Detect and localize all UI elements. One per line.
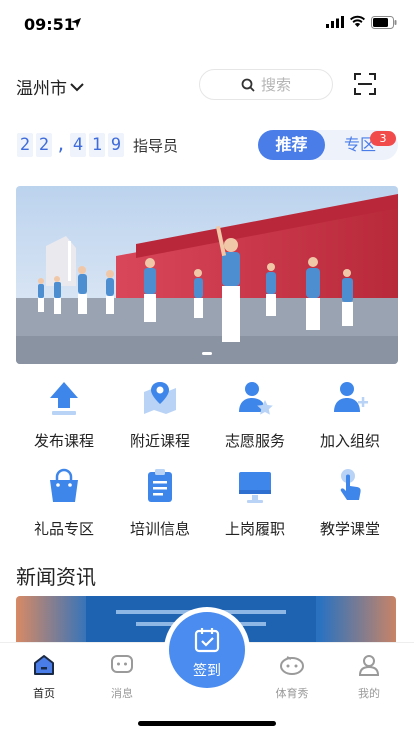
upload-icon bbox=[50, 382, 78, 415]
tab-sports-show[interactable]: 体育秀 bbox=[262, 653, 322, 701]
banner-carousel[interactable] bbox=[16, 186, 398, 364]
tab-label: 消息 bbox=[111, 687, 133, 700]
grid-item-label: 培训信息 bbox=[129, 520, 190, 538]
volunteer-star-icon bbox=[239, 382, 273, 415]
home-indicator bbox=[138, 721, 276, 726]
counter-digit: 1 bbox=[89, 133, 105, 157]
location-arrow-icon bbox=[71, 18, 81, 28]
grid-item-label: 教学课堂 bbox=[319, 520, 380, 538]
chevron-down-icon bbox=[70, 82, 84, 91]
banner-image bbox=[16, 186, 398, 364]
city-selector[interactable]: 温州市 bbox=[16, 74, 84, 99]
counter-digit: 2 bbox=[36, 133, 52, 157]
grid-item-gift-zone[interactable]: 礼品专区 bbox=[16, 466, 112, 539]
status-time: 09:51 bbox=[24, 15, 75, 34]
gift-bag-icon bbox=[50, 468, 78, 502]
status-bar: 09:51 bbox=[0, 0, 414, 46]
checkin-label: 签到 bbox=[193, 663, 221, 679]
grid-item-label: 礼品专区 bbox=[33, 520, 94, 538]
zone-badge: 3 bbox=[370, 131, 396, 146]
grid-item-label: 发布课程 bbox=[33, 432, 94, 450]
city-label: 温州市 bbox=[16, 79, 67, 99]
tab-label: 我的 bbox=[358, 687, 380, 700]
tab-home[interactable]: 首页 bbox=[14, 653, 74, 701]
search-input[interactable]: 搜索 bbox=[199, 69, 333, 100]
counter-unit: 指导员 bbox=[133, 136, 179, 155]
counter-separator: , bbox=[55, 135, 67, 155]
tab-label: 首页 bbox=[33, 687, 55, 700]
grid-item-teaching-class[interactable]: 教学课堂 bbox=[302, 466, 398, 539]
grid-item-volunteer[interactable]: 志愿服务 bbox=[207, 378, 303, 451]
tab-messages[interactable]: 消息 bbox=[92, 653, 152, 701]
tab-mine[interactable]: 我的 bbox=[339, 653, 399, 701]
grid-item-on-duty[interactable]: 上岗履职 bbox=[207, 466, 303, 539]
grid-item-label: 上岗履职 bbox=[224, 520, 285, 538]
news-section-title: 新闻资讯 bbox=[16, 565, 96, 589]
checkin-button[interactable]: 签到 bbox=[169, 612, 245, 688]
sports-show-icon bbox=[280, 656, 304, 675]
instructor-counter: 2 2 , 4 1 9 指导员 bbox=[17, 133, 178, 157]
map-pin-icon bbox=[144, 382, 176, 414]
grid-item-label: 志愿服务 bbox=[224, 432, 285, 450]
grid-item-nearby-course[interactable]: 附近课程 bbox=[112, 378, 208, 451]
grid-item-join-org[interactable]: 加入组织 bbox=[302, 378, 398, 451]
home-icon bbox=[34, 655, 54, 675]
tab-label: 体育秀 bbox=[275, 687, 309, 700]
clipboard-icon bbox=[148, 469, 172, 502]
battery-icon bbox=[371, 16, 397, 29]
grid-item-label: 附近课程 bbox=[129, 432, 190, 450]
carousel-indicator bbox=[202, 352, 212, 355]
touch-icon bbox=[340, 469, 361, 500]
wifi-icon bbox=[350, 15, 365, 27]
grid-item-training-info[interactable]: 培训信息 bbox=[112, 466, 208, 539]
search-icon bbox=[241, 78, 255, 92]
counter-digit: 2 bbox=[17, 133, 33, 157]
counter-digit: 9 bbox=[108, 133, 124, 157]
monitor-icon bbox=[239, 472, 271, 503]
calendar-check-icon bbox=[194, 628, 220, 653]
add-user-icon bbox=[334, 382, 368, 412]
grid-item-label: 加入组织 bbox=[319, 432, 380, 450]
profile-icon bbox=[358, 655, 380, 676]
message-icon bbox=[111, 655, 133, 673]
grid-item-publish-course[interactable]: 发布课程 bbox=[16, 378, 112, 451]
tab-recommended[interactable]: 推荐 bbox=[258, 130, 325, 160]
counter-digit: 4 bbox=[70, 133, 86, 157]
search-placeholder: 搜索 bbox=[260, 76, 291, 94]
scan-icon[interactable] bbox=[353, 72, 377, 96]
signal-icon bbox=[326, 16, 344, 28]
